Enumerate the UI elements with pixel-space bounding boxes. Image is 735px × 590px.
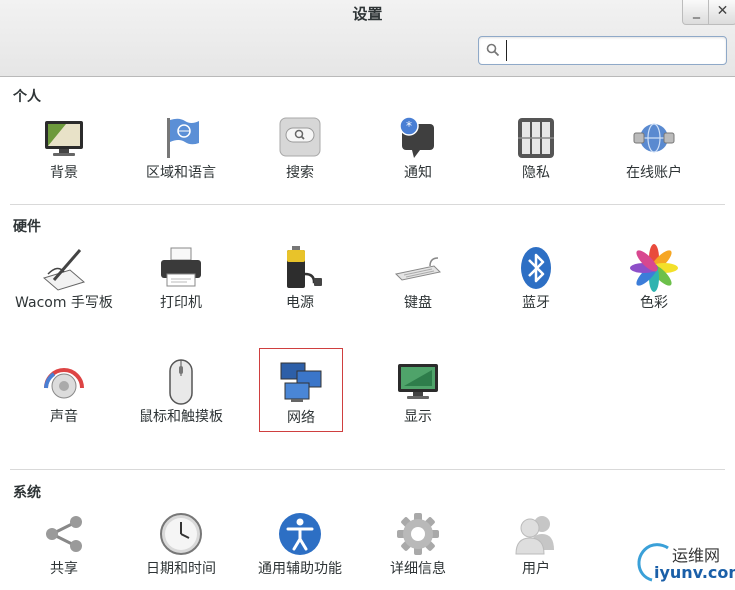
settings-item-notifications[interactable]: * 通知: [359, 114, 477, 182]
settings-item-sharing[interactable]: 共享: [5, 510, 123, 578]
svg-text:*: *: [406, 119, 412, 133]
settings-item-label: 声音: [50, 409, 78, 425]
privacy-icon: [518, 118, 554, 158]
settings-item-online-accounts[interactable]: 在线账户: [595, 114, 713, 182]
settings-item-label: 色彩: [640, 295, 668, 311]
display-icon: [398, 364, 438, 399]
settings-item-label: 电源: [286, 295, 314, 311]
settings-item-label: Wacom 手写板: [15, 295, 113, 311]
settings-item-label: 鼠标和触摸板: [139, 409, 223, 425]
settings-item-background[interactable]: 背景: [5, 114, 123, 182]
mouse-icon: [169, 359, 193, 405]
search-icon: [279, 117, 321, 157]
minimize-button[interactable]: _: [682, 0, 711, 25]
gear-icon: [397, 513, 439, 555]
flag-icon: [167, 118, 199, 158]
search-icon: [486, 43, 500, 57]
settings-item-keyboard[interactable]: 键盘: [359, 244, 477, 312]
clock-icon: [160, 513, 202, 555]
battery-icon: [287, 246, 322, 288]
online-accounts-icon: [633, 123, 675, 153]
notification-icon: *: [399, 116, 434, 158]
bluetooth-icon: [521, 247, 551, 289]
settings-item-search[interactable]: 搜索: [241, 114, 359, 182]
sound-icon: [44, 368, 84, 399]
settings-item-label: 通知: [404, 165, 432, 181]
settings-item-label: 区域和语言: [146, 165, 216, 181]
settings-item-label: 用户: [522, 561, 550, 577]
share-icon: [46, 516, 82, 552]
section-title-personal: 个人: [13, 89, 41, 105]
close-button[interactable]: ✕: [708, 0, 735, 25]
settings-item-region-language[interactable]: 区域和语言: [122, 114, 240, 182]
settings-item-label: 显示: [404, 409, 432, 425]
settings-item-wacom-tablet[interactable]: Wacom 手写板: [5, 244, 123, 312]
keyboard-icon: [394, 257, 442, 281]
settings-item-privacy[interactable]: 隐私: [477, 114, 595, 182]
settings-item-printers[interactable]: 打印机: [122, 244, 240, 312]
settings-item-label: 在线账户: [626, 165, 682, 181]
settings-item-label: 网络: [287, 410, 315, 426]
settings-item-label: 共享: [50, 561, 78, 577]
color-icon: [630, 244, 678, 292]
settings-item-details[interactable]: 详细信息: [359, 510, 477, 578]
section-title-hardware: 硬件: [13, 219, 41, 235]
search-box[interactable]: [478, 36, 727, 65]
settings-item-label: 日期和时间: [146, 561, 216, 577]
settings-item-universal-access[interactable]: 通用辅助功能: [241, 510, 359, 578]
section-divider: [10, 469, 725, 470]
settings-item-color[interactable]: 色彩: [595, 244, 713, 312]
settings-item-date-time[interactable]: 日期和时间: [122, 510, 240, 578]
title-bar: 设置 _ ✕: [0, 0, 735, 77]
settings-item-display[interactable]: 显示: [359, 358, 477, 426]
tablet-icon: [42, 249, 86, 291]
search-input[interactable]: [506, 40, 721, 61]
users-icon: [515, 516, 554, 555]
settings-item-bluetooth[interactable]: 蓝牙: [477, 244, 595, 312]
settings-item-label: 搜索: [286, 165, 314, 181]
settings-item-label: 键盘: [404, 295, 432, 311]
background-icon: [45, 121, 83, 156]
settings-item-network[interactable]: 网络: [259, 348, 343, 432]
settings-item-label: 通用辅助功能: [258, 561, 342, 577]
settings-item-power[interactable]: 电源: [241, 244, 359, 312]
accessibility-icon: [279, 513, 321, 555]
settings-item-sound[interactable]: 声音: [5, 358, 123, 426]
watermark-line2: iyunv.com: [654, 563, 735, 582]
settings-item-label: 详细信息: [390, 561, 446, 577]
watermark-logo: 运维网 iyunv.com: [632, 540, 735, 585]
printer-icon: [161, 247, 201, 287]
settings-item-label: 背景: [50, 165, 78, 181]
settings-item-label: 隐私: [522, 165, 550, 181]
section-divider: [10, 204, 725, 205]
window-title: 设置: [352, 5, 383, 23]
settings-item-users[interactable]: 用户: [477, 510, 595, 578]
section-title-system: 系统: [13, 485, 41, 501]
network-icon: [280, 362, 322, 402]
settings-item-label: 蓝牙: [522, 295, 550, 311]
settings-item-mouse-touchpad[interactable]: 鼠标和触摸板: [122, 358, 240, 426]
settings-item-label: 打印机: [160, 295, 202, 311]
